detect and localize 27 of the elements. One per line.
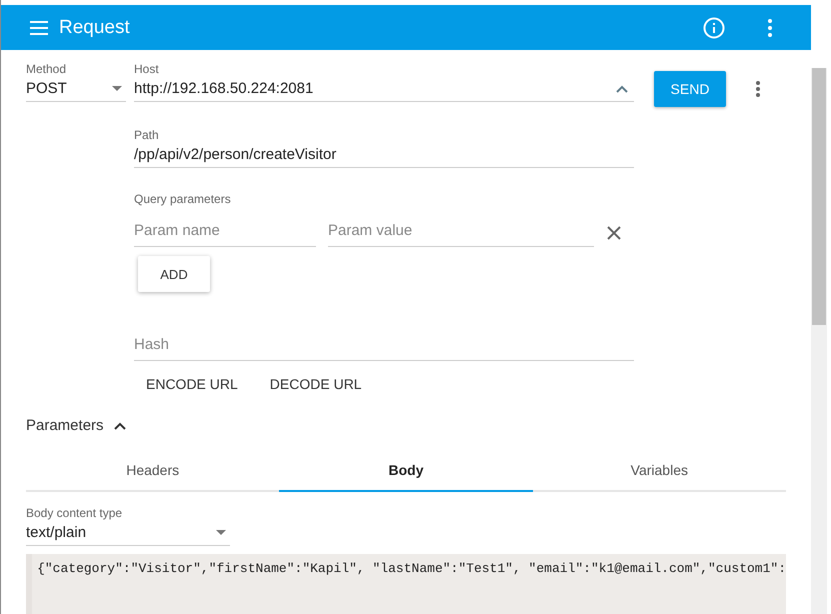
body-content-type-select[interactable]: Body content type text/plain xyxy=(26,506,230,546)
hash-field[interactable]: Hash xyxy=(134,332,634,361)
url-button[interactable]: DECODE URL xyxy=(258,370,374,398)
param-value-field[interactable]: Param value xyxy=(328,218,594,247)
caret-icon[interactable] xyxy=(112,86,122,91)
tab[interactable]: Headers xyxy=(26,456,280,492)
param-name-field[interactable]: Param name xyxy=(134,218,316,247)
close-icon[interactable] xyxy=(607,226,621,240)
query-parameters-label: Query parameters xyxy=(134,192,231,206)
section-title: Parameters xyxy=(26,417,104,434)
menu-icon[interactable] xyxy=(29,20,49,34)
tab[interactable]: Body xyxy=(279,456,533,492)
chevron-icon[interactable] xyxy=(114,422,126,430)
toolbar-title: Request xyxy=(59,16,130,38)
caret-icon[interactable] xyxy=(216,530,226,535)
more-icon[interactable] xyxy=(767,18,773,36)
code-editor[interactable]: {"category":"Visitor","firstName":"Kapil", "lastName":"Test1", "email":"k1@email.com","custom1": xyxy=(26,554,786,614)
method-select[interactable]: Method POST xyxy=(26,62,126,102)
info-icon[interactable] xyxy=(703,16,725,38)
tab[interactable]: Variables xyxy=(532,456,786,492)
host-field[interactable]: Host http://192.168.50.224:2081 xyxy=(134,62,634,102)
path-field[interactable]: Path /pp/api/v2/person/createVisitor xyxy=(134,128,634,168)
scrollbar[interactable] xyxy=(811,68,827,614)
url-button[interactable]: ENCODE URL xyxy=(134,370,250,398)
more-icon[interactable] xyxy=(756,81,760,97)
code-text: {"category":"Visitor","firstName":"Kapil", "lastName":"Test1", "email":"k1@email.com","custom1": xyxy=(36,560,786,578)
add-button[interactable]: ADD xyxy=(138,256,210,292)
